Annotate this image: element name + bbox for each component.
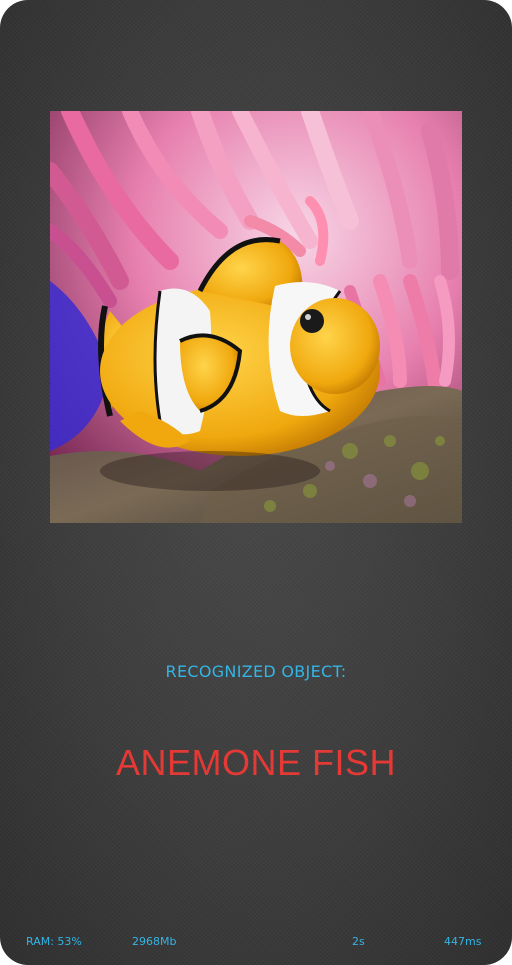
recognition-result: ANEMONE FISH [115, 742, 397, 783]
elapsed-time: 2s [352, 935, 365, 948]
inference-latency: 447ms [444, 935, 482, 948]
app-screen: RECOGNIZED OBJECT: ANEMONE FISH RAM: 53%… [0, 0, 512, 965]
memory-total: 2968Mb [132, 935, 177, 948]
ram-usage: RAM: 53% [26, 935, 82, 948]
recognized-object-label: RECOGNIZED OBJECT: [165, 662, 347, 681]
recognized-image [50, 111, 462, 523]
